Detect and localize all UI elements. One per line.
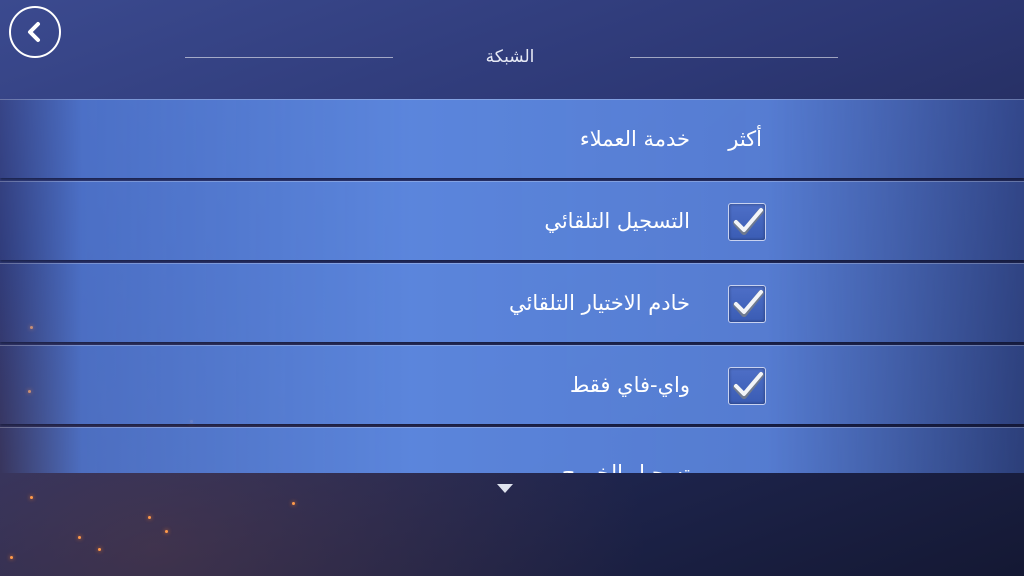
triangle-down-icon[interactable]	[496, 483, 514, 495]
checkmark-icon	[733, 208, 764, 235]
ember-particle	[30, 496, 33, 499]
more-link[interactable]: أكثر	[728, 100, 762, 178]
ember-particle	[165, 530, 168, 533]
checkmark-icon	[733, 290, 764, 317]
back-button[interactable]	[9, 6, 61, 58]
row-label: خدمة العملاء	[579, 127, 690, 151]
wifi-only-checkbox[interactable]	[728, 367, 766, 405]
row-label: خادم الاختيار التلقائي	[509, 291, 690, 315]
ember-particle	[292, 502, 295, 505]
row-label: واي-فاي فقط	[569, 373, 690, 397]
header-divider-right	[630, 57, 838, 58]
row-label: التسجيل التلقائي	[544, 209, 690, 233]
settings-list: أكثر خدمة العملاء التسجيل التلقائي خادم …	[0, 99, 1024, 473]
header-divider-left	[185, 57, 393, 58]
row-wifi-only: واي-فاي فقط	[0, 345, 1024, 424]
auto-login-checkbox[interactable]	[728, 203, 766, 241]
page-title: الشبكة	[485, 47, 535, 67]
auto-server-checkbox[interactable]	[728, 285, 766, 323]
row-auto-login: التسجيل التلقائي	[0, 181, 1024, 260]
ember-particle	[78, 536, 81, 539]
row-label: تسجيل الخروج	[561, 461, 690, 473]
row-logout[interactable]: تسجيل الخروج	[0, 427, 1024, 473]
row-customer-service[interactable]: أكثر خدمة العملاء	[0, 99, 1024, 178]
row-auto-server: خادم الاختيار التلقائي	[0, 263, 1024, 342]
checkmark-icon	[733, 372, 764, 399]
ember-particle	[148, 516, 151, 519]
chevron-left-icon	[28, 22, 40, 42]
ember-particle	[98, 548, 101, 551]
ember-particle	[10, 556, 13, 559]
